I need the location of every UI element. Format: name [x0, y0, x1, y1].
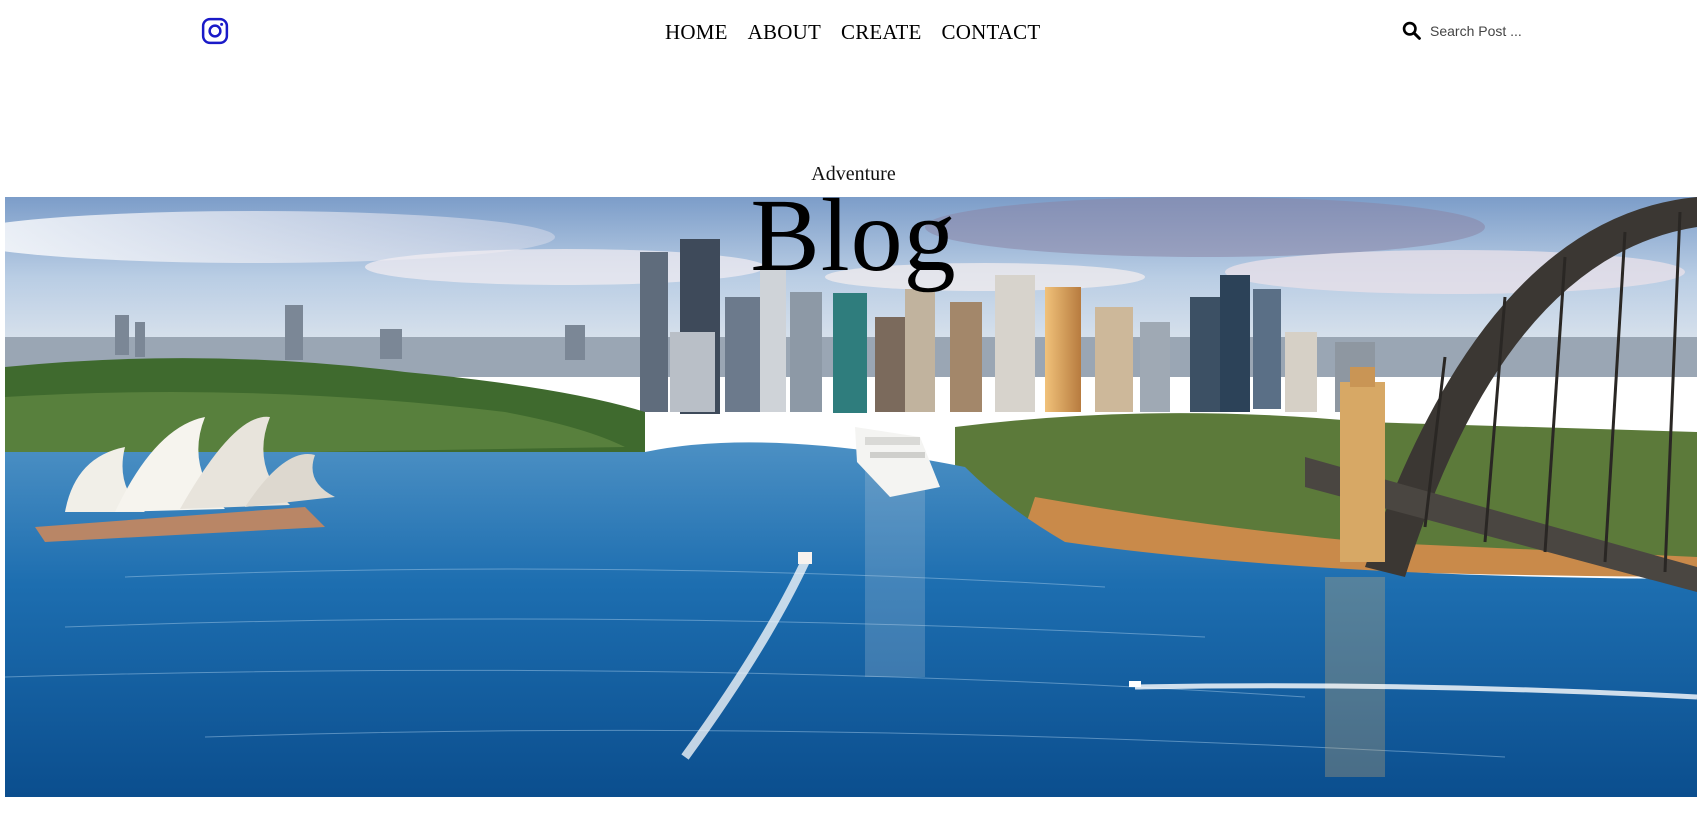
nav-create[interactable]: CREATE: [841, 18, 922, 46]
main-nav: HOME ABOUT CREATE CONTACT: [665, 18, 1040, 46]
search-icon[interactable]: [1401, 20, 1422, 41]
search-input[interactable]: [1430, 22, 1550, 39]
top-bar: HOME ABOUT CREATE CONTACT: [0, 0, 1707, 64]
nav-about[interactable]: ABOUT: [748, 18, 821, 46]
nav-home[interactable]: HOME: [665, 18, 728, 46]
search-box: [1401, 20, 1550, 41]
nav-contact[interactable]: CONTACT: [942, 18, 1041, 46]
hero-title: Blog: [750, 178, 957, 293]
instagram-icon[interactable]: [200, 16, 230, 46]
